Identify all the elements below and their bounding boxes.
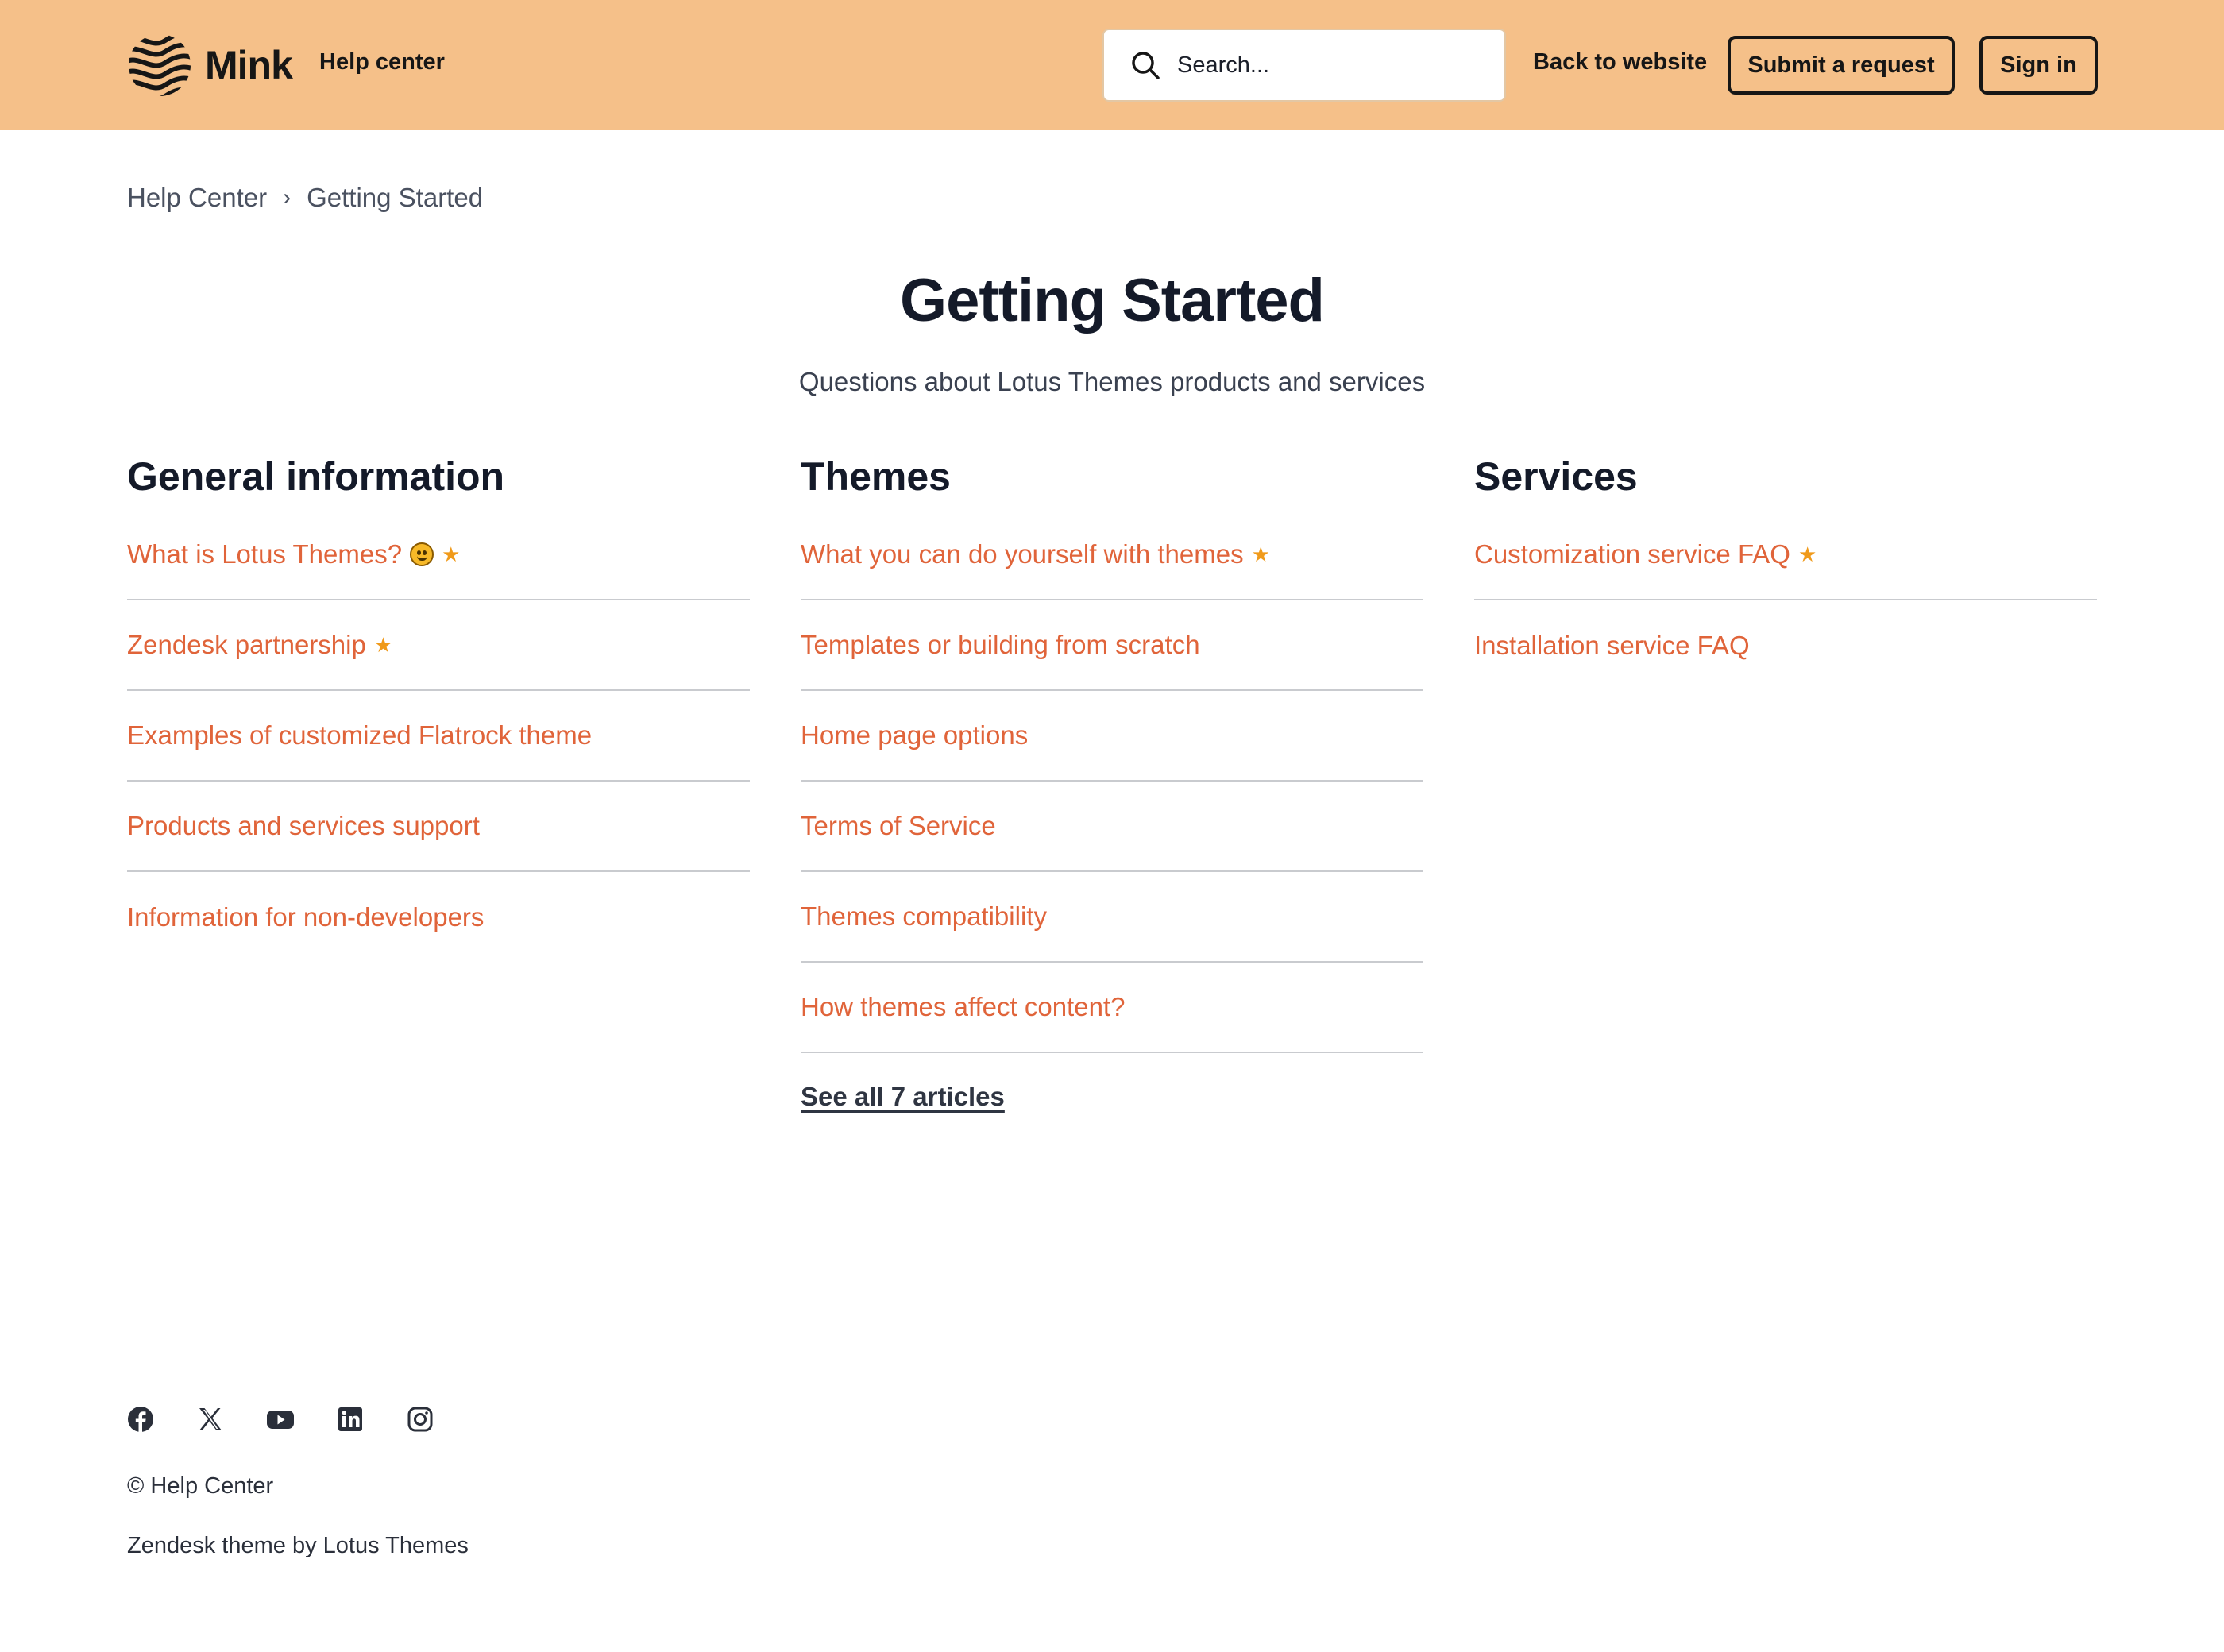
list-item: What is Lotus Themes? ★	[127, 510, 750, 600]
article-link[interactable]: Examples of customized Flatrock theme	[127, 720, 592, 751]
wave-logo-icon	[129, 34, 191, 96]
article-link[interactable]: Products and services support	[127, 811, 480, 841]
article-title: Customization service FAQ	[1474, 539, 1790, 569]
sign-in-button[interactable]: Sign in	[1979, 36, 2098, 95]
section-title: General information	[127, 454, 505, 499]
article-link[interactable]: What is Lotus Themes? ★	[127, 539, 460, 569]
article-link[interactable]: Templates or building from scratch	[801, 630, 1200, 660]
search-icon	[1132, 52, 1160, 79]
article-title: Installation service FAQ	[1474, 631, 1750, 660]
section-themes: Themes What you can do yourself with the…	[801, 453, 1423, 1112]
section-title: Themes	[801, 454, 951, 499]
linkedin-icon[interactable]	[337, 1406, 364, 1433]
article-title: Themes compatibility	[801, 901, 1047, 931]
article-list: What is Lotus Themes? ★ Zendesk partners…	[127, 510, 750, 963]
article-list: What you can do yourself with themes ★ T…	[801, 510, 1423, 1053]
article-link[interactable]: Themes compatibility	[801, 901, 1047, 932]
breadcrumb-getting-started[interactable]: Getting Started	[307, 183, 483, 213]
social-links	[127, 1406, 477, 1433]
section-title: Services	[1474, 454, 1638, 499]
article-link[interactable]: How themes affect content?	[801, 992, 1125, 1022]
article-link[interactable]: Zendesk partnership ★	[127, 630, 392, 660]
x-icon[interactable]	[197, 1406, 224, 1433]
article-link[interactable]: What you can do yourself with themes ★	[801, 539, 1270, 569]
list-item: Home page options	[801, 691, 1423, 782]
list-item: Installation service FAQ	[1474, 600, 2097, 691]
page-title: Getting Started	[900, 267, 1325, 334]
list-item: How themes affect content?	[801, 963, 1423, 1053]
list-item: Themes compatibility	[801, 872, 1423, 963]
article-title: Templates or building from scratch	[801, 630, 1200, 659]
breadcrumb-separator: ›	[283, 184, 292, 210]
list-item: Zendesk partnership ★	[127, 600, 750, 691]
star-icon: ★	[373, 632, 393, 657]
list-item: Customization service FAQ ★	[1474, 510, 2097, 600]
theme-credit-text: Zendesk theme by Lotus Themes	[127, 1533, 469, 1558]
list-item: Terms of Service	[801, 782, 1423, 872]
article-list: Customization service FAQ ★ Installation…	[1474, 510, 2097, 691]
article-title: Products and services support	[127, 811, 480, 840]
article-title: Information for non-developers	[127, 902, 485, 932]
article-title: What you can do yourself with themes	[801, 539, 1244, 569]
brand-logo[interactable]: Mink	[127, 32, 293, 98]
list-item: Products and services support	[127, 782, 750, 872]
article-link[interactable]: Home page options	[801, 720, 1028, 751]
article-link[interactable]: Installation service FAQ	[1474, 631, 1750, 661]
back-to-website-link[interactable]: Back to website	[1533, 49, 1707, 75]
star-icon: ★	[1797, 542, 1817, 566]
brand-name: Mink	[205, 43, 293, 87]
smiling-face-icon	[410, 542, 434, 566]
article-link[interactable]: Terms of Service	[801, 811, 996, 841]
theme-credit: Zendesk theme by Lotus Themes	[127, 1533, 469, 1559]
article-title: Examples of customized Flatrock theme	[127, 720, 593, 750]
article-title: Zendesk partnership	[127, 630, 366, 659]
search-placeholder: Search...	[1177, 52, 1270, 78]
section-general-information: General information What is Lotus Themes…	[127, 453, 750, 963]
facebook-icon[interactable]	[127, 1406, 154, 1433]
article-link[interactable]: Customization service FAQ ★	[1474, 539, 1817, 569]
article-title: How themes affect content?	[801, 992, 1126, 1021]
help-center-label: Help center	[319, 49, 445, 75]
page-subtitle: Questions about Lotus Themes products an…	[798, 367, 1426, 396]
list-item: Information for non-developers	[127, 872, 750, 963]
star-icon: ★	[1251, 542, 1270, 566]
search-input[interactable]: Search...	[1102, 29, 1506, 102]
star-icon: ★	[442, 542, 461, 566]
article-title: Home page options	[801, 720, 1029, 750]
article-title: Terms of Service	[801, 811, 996, 840]
site-header: Mink Help center Search... Back to websi…	[0, 0, 2224, 130]
breadcrumb: Help Center › Getting Started	[127, 183, 483, 213]
submit-request-button[interactable]: Submit a request	[1728, 36, 1955, 95]
article-link[interactable]: Information for non-developers	[127, 902, 484, 932]
instagram-icon[interactable]	[407, 1406, 434, 1433]
copyright-text: © Help Center	[127, 1473, 274, 1499]
see-all-articles-link[interactable]: See all 7 articles	[801, 1082, 1423, 1112]
article-title: What is Lotus Themes?	[127, 539, 403, 569]
youtube-icon[interactable]	[267, 1406, 294, 1433]
list-item: Templates or building from scratch	[801, 600, 1423, 691]
list-item: Examples of customized Flatrock theme	[127, 691, 750, 782]
breadcrumb-help-center[interactable]: Help Center	[127, 183, 267, 213]
section-services: Services Customization service FAQ ★ Ins…	[1474, 453, 2097, 691]
list-item: What you can do yourself with themes ★	[801, 510, 1423, 600]
